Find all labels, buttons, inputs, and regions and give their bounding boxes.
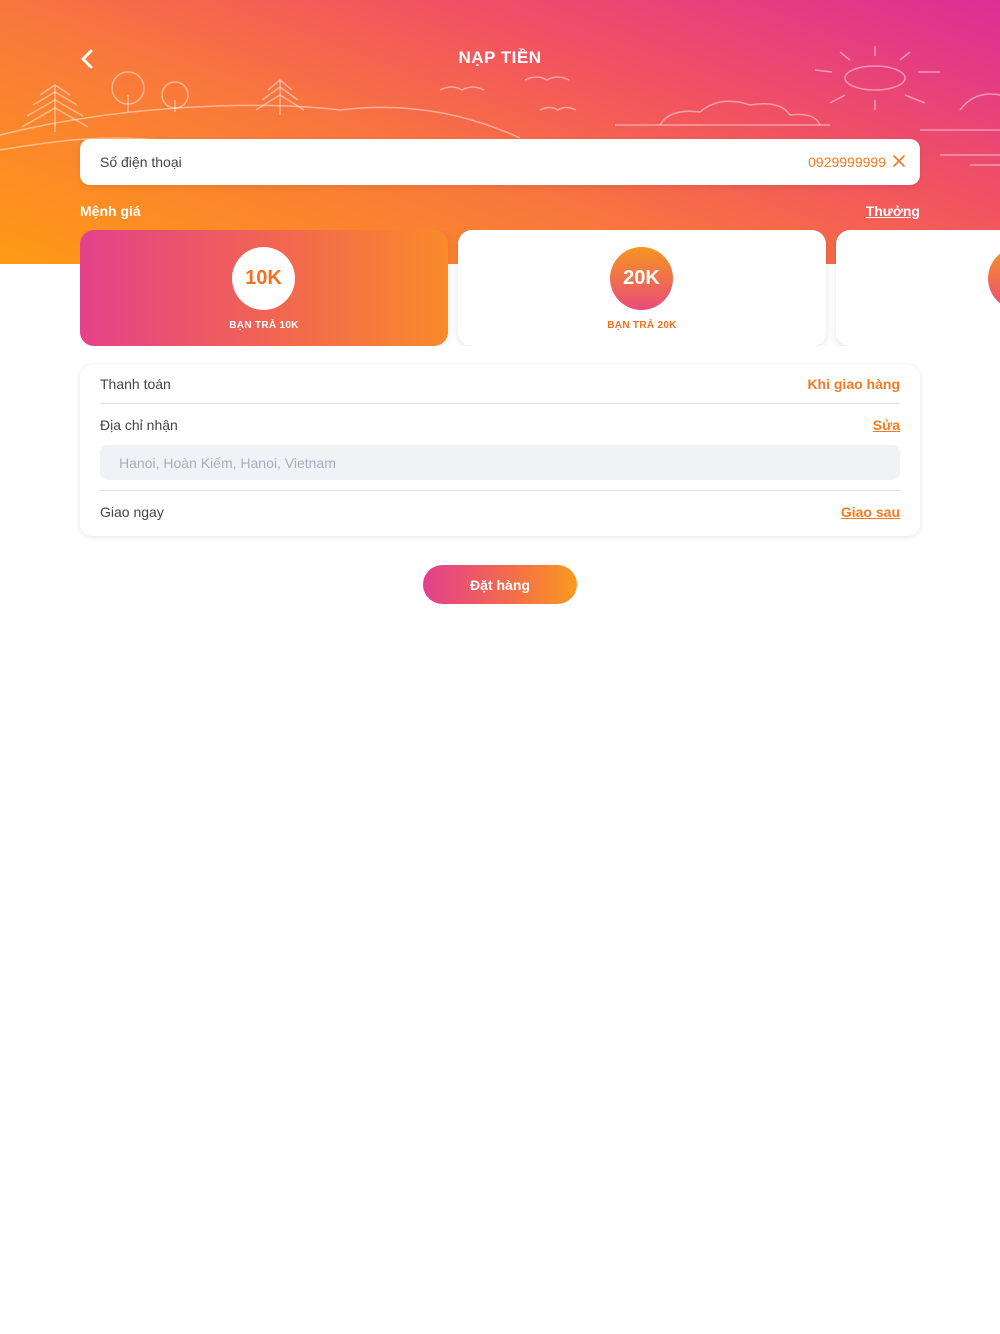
- denomination-amount: [988, 247, 1000, 310]
- denomination-amount: 20K: [610, 247, 673, 310]
- denomination-amount: 10K: [232, 247, 295, 310]
- divider: [100, 403, 900, 404]
- denomination-label: Mệnh giá: [80, 203, 141, 219]
- phone-label: Số điện thoại: [100, 154, 182, 170]
- phone-input[interactable]: [706, 151, 886, 173]
- header-banner: [0, 0, 1000, 264]
- denomination-card-20k[interactable]: 20K BẠN TRẢ 20K: [458, 230, 826, 346]
- deliver-later-link[interactable]: Giao sau: [841, 504, 900, 520]
- edit-address-link[interactable]: Sửa: [873, 417, 900, 433]
- denomination-caption: BẠN TRẢ 20K: [607, 320, 677, 331]
- delivery-label: Giao ngay: [100, 504, 164, 520]
- phone-number-field[interactable]: Số điện thoại: [80, 139, 920, 185]
- denomination-card-10k[interactable]: 10K BẠN TRẢ 10K: [80, 230, 448, 346]
- order-info-card: Thanh toán Khi giao hàng Địa chỉ nhận Sử…: [80, 365, 920, 536]
- close-icon[interactable]: [892, 154, 906, 168]
- address-input[interactable]: [100, 445, 900, 480]
- landscape-illustration: [0, 46, 1000, 166]
- denomination-card-next[interactable]: BẠ: [836, 230, 1000, 346]
- divider: [100, 490, 900, 491]
- denomination-carousel[interactable]: 10K BẠN TRẢ 10K 20K BẠN TRẢ 20K BẠ: [80, 230, 1000, 346]
- page-title: NẠP TIỀN: [458, 48, 542, 67]
- place-order-button[interactable]: Đặt hàng: [423, 565, 577, 604]
- bonus-link[interactable]: Thưởng: [866, 203, 920, 219]
- payment-method-value[interactable]: Khi giao hàng: [807, 376, 900, 392]
- denomination-caption: BẠN TRẢ 10K: [229, 320, 299, 331]
- denomination-caption: BẠ: [836, 320, 1000, 331]
- payment-label: Thanh toán: [100, 376, 171, 392]
- address-label: Địa chỉ nhận: [100, 417, 178, 433]
